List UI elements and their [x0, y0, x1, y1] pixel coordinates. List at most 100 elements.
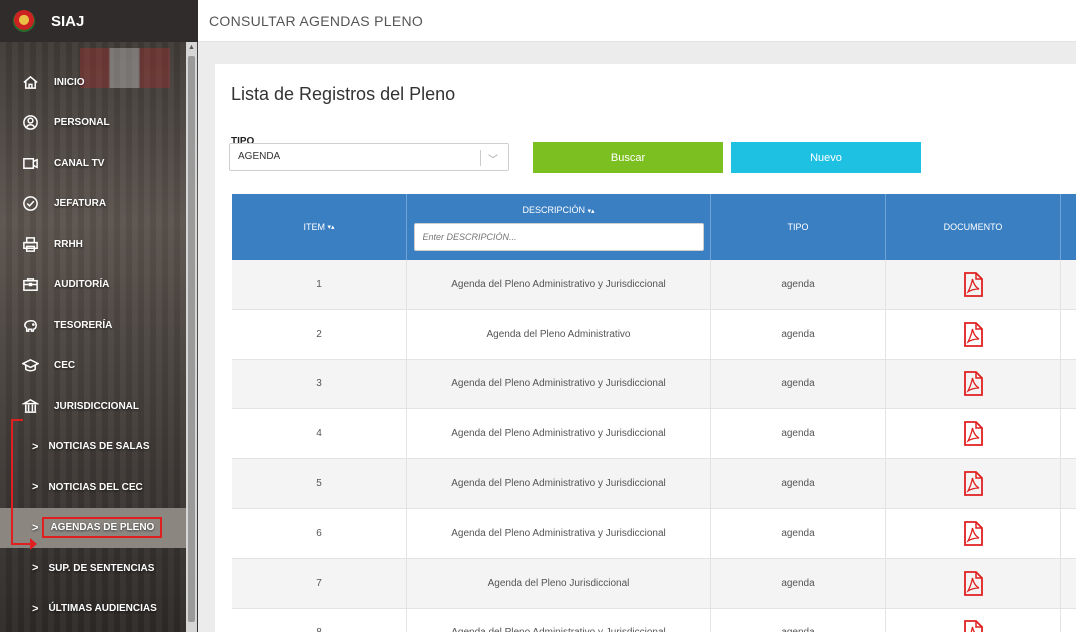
- sidebar-item-auditoria[interactable]: AUDITORÍA: [0, 265, 186, 306]
- cell-item: 3: [232, 359, 407, 409]
- sidebar-item-jefatura[interactable]: JEFATURA: [0, 184, 186, 225]
- column-header-item[interactable]: ITEM ▾▴: [232, 194, 407, 260]
- check-circle-icon: [20, 195, 40, 212]
- annotation-arrow-icon: [30, 538, 37, 550]
- nuevo-button[interactable]: Nuevo: [731, 142, 921, 173]
- pdf-icon[interactable]: [886, 409, 1061, 459]
- sidebar-item-rrhh[interactable]: RRHH: [0, 224, 186, 265]
- card-title: Lista de Registros del Pleno: [231, 84, 456, 104]
- pdf-icon[interactable]: [886, 359, 1061, 409]
- sort-icon[interactable]: ▾▴: [588, 208, 595, 215]
- sidebar-item-label: INICIO: [54, 76, 85, 88]
- column-header-extra: [1061, 194, 1076, 260]
- sidebar-header: SIAJ: [0, 0, 198, 42]
- annotation-line: [11, 419, 13, 545]
- sidebar-subitem-label: NOTICIAS DEL CEC: [48, 481, 143, 493]
- table-row: 5 Agenda del Pleno Administrativo y Juri…: [232, 459, 1076, 509]
- chevron-right-icon: >: [32, 440, 39, 453]
- graduation-cap-icon: [20, 357, 40, 374]
- sidebar-item-label: AUDITORÍA: [54, 279, 110, 291]
- cell-descripcion: Agenda del Pleno Administrativo y Jurisd…: [407, 359, 711, 409]
- scrollbar-thumb[interactable]: [188, 56, 195, 622]
- table-header: ITEM ▾▴ DESCRIPCIÓN ▾▴ TIPO DOCUMENTO: [232, 194, 1076, 260]
- descripcion-filter-input[interactable]: [413, 223, 704, 251]
- briefcase-icon: [20, 276, 40, 293]
- sidebar-subitem-sup-de-sentencias[interactable]: > SUP. DE SENTENCIAS: [0, 548, 186, 589]
- sidebar-item-canal-tv[interactable]: CANAL TV: [0, 143, 186, 184]
- page-title: CONSULTAR AGENDAS PLENO: [209, 12, 424, 29]
- sidebar-subitem-label: SUP. DE SENTENCIAS: [48, 562, 155, 574]
- sidebar-item-label: PERSONAL: [54, 117, 110, 129]
- cell-extra: [1061, 310, 1076, 359]
- cell-tipo: agenda: [711, 459, 886, 508]
- sidebar-item-cec[interactable]: CEC: [0, 346, 186, 387]
- sidebar-scrollbar[interactable]: ▲: [186, 42, 197, 632]
- cell-extra: [1061, 409, 1076, 458]
- sidebar-item-jurisdiccional[interactable]: JURISDICCIONAL: [0, 386, 186, 427]
- cell-descripcion: Agenda del Pleno Administrativo: [407, 309, 711, 359]
- table-row: 7 Agenda del Pleno Jurisdiccional agenda: [232, 558, 1076, 609]
- sidebar-item-label: CANAL TV: [54, 157, 105, 169]
- column-header-label: TIPO: [787, 222, 809, 232]
- cell-descripcion: Agenda del Pleno Jurisdiccional: [407, 558, 711, 608]
- buscar-button[interactable]: Buscar: [533, 142, 723, 173]
- table-row: 4 Agenda del Pleno Administrativo y Juri…: [232, 409, 1076, 460]
- chevron-right-icon: >: [32, 521, 39, 534]
- sidebar-subitem-label: AGENDAS DE PLENO: [42, 517, 163, 539]
- cell-tipo: agenda: [711, 508, 886, 558]
- chevron-down-icon[interactable]: ﹀: [488, 151, 498, 166]
- sort-icon[interactable]: ▾▴: [327, 223, 334, 231]
- cell-item: 7: [232, 558, 407, 608]
- select-separator: [480, 150, 481, 166]
- sidebar-subitem-ultimas-audiencias[interactable]: > ÚLTIMAS AUDIENCIAS: [0, 589, 186, 630]
- pdf-icon[interactable]: [886, 508, 1061, 558]
- cell-item: 6: [232, 508, 407, 558]
- table-row: 1 Agenda del Pleno Administrativo y Juri…: [232, 260, 1076, 310]
- sidebar-item-label: RRHH: [54, 238, 83, 250]
- pdf-icon[interactable]: [886, 260, 1061, 309]
- cell-tipo: agenda: [711, 608, 886, 632]
- cell-descripcion: Agenda del Pleno Administrativo y Jurisd…: [407, 409, 711, 459]
- cell-tipo: agenda: [711, 359, 886, 409]
- top-bar: CONSULTAR AGENDAS PLENO: [198, 0, 1076, 42]
- tipo-select-value: AGENDA: [238, 151, 281, 162]
- cell-item: 1: [232, 260, 407, 309]
- pdf-icon[interactable]: [886, 459, 1061, 508]
- records-table: ITEM ▾▴ DESCRIPCIÓN ▾▴ TIPO DOCUMENTO 1 …: [232, 194, 1076, 632]
- cell-descripcion: Agenda del Pleno Administrativo y Jurisd…: [407, 608, 711, 632]
- column-header-descripcion[interactable]: DESCRIPCIÓN ▾▴: [407, 194, 711, 260]
- sidebar-item-tesoreria[interactable]: TESORERÍA: [0, 305, 186, 346]
- piggy-bank-icon: [20, 317, 40, 334]
- cell-item: 2: [232, 309, 407, 359]
- scroll-up-icon[interactable]: ▲: [188, 44, 195, 51]
- sidebar-subitem-agendas-de-pleno[interactable]: > AGENDAS DE PLENO: [0, 507, 186, 548]
- cell-tipo: agenda: [711, 558, 886, 608]
- column-header-label: ITEM: [303, 222, 325, 232]
- chevron-right-icon: >: [32, 602, 39, 615]
- printer-icon: [20, 236, 40, 253]
- column-header-label: DESCRIPCIÓN: [522, 205, 585, 215]
- logo-icon: [13, 10, 35, 32]
- chevron-right-icon: >: [32, 481, 39, 494]
- cell-tipo: agenda: [711, 309, 886, 359]
- cell-item: 8: [232, 608, 407, 632]
- cell-tipo: agenda: [711, 260, 886, 309]
- pdf-icon[interactable]: [886, 558, 1061, 608]
- pdf-icon[interactable]: [886, 608, 1061, 632]
- pdf-icon[interactable]: [886, 309, 1061, 359]
- cell-descripcion: Agenda del Pleno Administrativo y Jurisd…: [407, 459, 711, 508]
- cell-extra: [1061, 459, 1076, 508]
- brand-name: SIAJ: [51, 12, 85, 30]
- sidebar-subitem-label: NOTICIAS DE SALAS: [48, 441, 150, 453]
- sidebar-item-inicio[interactable]: INICIO: [0, 62, 186, 103]
- sidebar-subitem-noticias-de-salas[interactable]: > NOTICIAS DE SALAS: [0, 427, 186, 468]
- chevron-right-icon: >: [32, 562, 39, 575]
- tipo-select[interactable]: AGENDA ﹀: [229, 143, 509, 171]
- sidebar-subitem-noticias-del-cec[interactable]: > NOTICIAS DEL CEC: [0, 467, 186, 508]
- column-header-tipo: TIPO: [711, 194, 886, 260]
- sidebar-subitem-label: ÚLTIMAS AUDIENCIAS: [48, 603, 157, 615]
- sidebar-item-personal[interactable]: PERSONAL: [0, 103, 186, 144]
- table-row: 6 Agenda del Pleno Administrativa y Juri…: [232, 508, 1076, 559]
- table-row: 3 Agenda del Pleno Administrativo y Juri…: [232, 359, 1076, 410]
- column-header-label: DOCUMENTO: [943, 222, 1003, 232]
